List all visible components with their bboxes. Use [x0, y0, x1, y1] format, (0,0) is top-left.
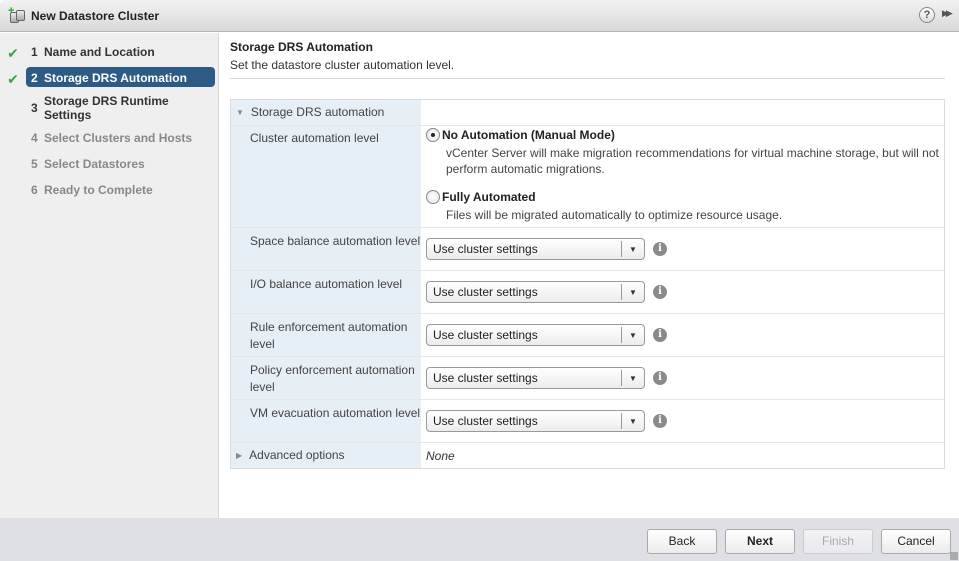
- help-icon[interactable]: ?: [919, 7, 935, 23]
- vm-evacuation-row: VM evacuation automation level Use clust…: [231, 400, 944, 443]
- setting-label: Space balance automation level: [231, 228, 421, 270]
- info-icon[interactable]: i: [653, 414, 667, 428]
- vm-evacuation-select[interactable]: Use cluster settings ▼: [426, 410, 645, 432]
- window-title: New Datastore Cluster: [31, 8, 160, 23]
- radio-no-automation-label[interactable]: No Automation (Manual Mode): [442, 128, 615, 142]
- io-balance-row: I/O balance automation level Use cluster…: [231, 271, 944, 314]
- step-select-datastores: 5 Select Datastores: [31, 157, 145, 171]
- cluster-automation-row: Cluster automation level No Automation (…: [231, 126, 944, 228]
- section-header[interactable]: ▼ Storage DRS automation: [231, 100, 944, 126]
- info-icon[interactable]: i: [653, 371, 667, 385]
- datastore-cluster-add-icon: +: [8, 5, 26, 25]
- wizard-steps: ✔ 1 Name and Location ✔ 2 Storage DRS Au…: [0, 33, 219, 518]
- dropdown-arrow-icon[interactable]: ▼: [622, 417, 644, 426]
- page-title: Storage DRS Automation: [230, 40, 373, 54]
- next-button[interactable]: Next: [725, 529, 795, 554]
- divider: [230, 78, 945, 79]
- policy-enforcement-select[interactable]: Use cluster settings ▼: [426, 367, 645, 389]
- setting-label: Rule enforcement automation level: [231, 314, 421, 356]
- dropdown-arrow-icon[interactable]: ▼: [622, 245, 644, 254]
- info-icon[interactable]: i: [653, 285, 667, 299]
- cluster-automation-label: Cluster automation level: [231, 126, 421, 227]
- step-ready-to-complete: 6 Ready to Complete: [31, 183, 153, 197]
- step-name-and-location[interactable]: ✔ 1 Name and Location: [0, 45, 219, 61]
- check-icon: ✔: [7, 45, 19, 61]
- info-icon[interactable]: i: [653, 242, 667, 256]
- step-select-clusters-and-hosts: 4 Select Clusters and Hosts: [31, 131, 193, 145]
- expand-triangle-icon[interactable]: ▶: [236, 447, 242, 464]
- footer: Back Next Finish Cancel: [0, 518, 959, 561]
- dropdown-arrow-icon[interactable]: ▼: [622, 288, 644, 297]
- rule-enforcement-row: Rule enforcement automation level Use cl…: [231, 314, 944, 357]
- info-icon[interactable]: i: [653, 328, 667, 342]
- setting-label: I/O balance automation level: [231, 271, 421, 313]
- rule-enforcement-select[interactable]: Use cluster settings ▼: [426, 324, 645, 346]
- finish-button: Finish: [803, 529, 873, 554]
- space-balance-row: Space balance automation level Use clust…: [231, 228, 944, 271]
- settings-grid: ▼ Storage DRS automation Cluster automati…: [230, 99, 945, 469]
- policy-enforcement-row: Policy enforcement automation level Use …: [231, 357, 944, 400]
- back-button[interactable]: Back: [647, 529, 717, 554]
- setting-label: VM evacuation automation level: [231, 400, 421, 442]
- step-storage-drs-runtime-settings[interactable]: 3 Storage DRS Runtime Settings: [0, 94, 219, 122]
- collapse-triangle-icon[interactable]: ▼: [236, 104, 244, 121]
- space-balance-select[interactable]: Use cluster settings ▼: [426, 238, 645, 260]
- radio-fully-automated-label[interactable]: Fully Automated: [442, 190, 536, 204]
- expand-icon[interactable]: ▶▶: [942, 8, 953, 19]
- title-bar: + New Datastore Cluster ? ▶▶: [0, 0, 959, 32]
- check-icon: ✔: [7, 71, 19, 87]
- section-label: Storage DRS automation: [250, 105, 385, 119]
- advanced-options-row[interactable]: ▶ Advanced options None: [231, 443, 944, 468]
- setting-label: Policy enforcement automation level: [231, 357, 421, 399]
- radio-no-automation-desc: vCenter Server will make migration recom…: [446, 146, 939, 176]
- resize-grip[interactable]: [950, 552, 958, 560]
- advanced-options-value: None: [426, 448, 455, 463]
- step-label-line2: Settings: [44, 108, 92, 122]
- step-label-line1: Storage DRS Runtime: [44, 94, 169, 108]
- radio-fully-automated[interactable]: [426, 190, 440, 204]
- radio-fully-automated-desc: Files will be migrated automatically to …: [446, 208, 783, 222]
- page-subtitle: Set the datastore cluster automation lev…: [230, 58, 455, 72]
- dropdown-arrow-icon[interactable]: ▼: [622, 331, 644, 340]
- step-storage-drs-automation[interactable]: ✔ 2 Storage DRS Automation: [0, 67, 219, 87]
- dropdown-arrow-icon[interactable]: ▼: [622, 374, 644, 383]
- advanced-options-label: Advanced options: [249, 448, 345, 462]
- cancel-button[interactable]: Cancel: [881, 529, 951, 554]
- radio-no-automation[interactable]: [426, 128, 440, 142]
- io-balance-select[interactable]: Use cluster settings ▼: [426, 281, 645, 303]
